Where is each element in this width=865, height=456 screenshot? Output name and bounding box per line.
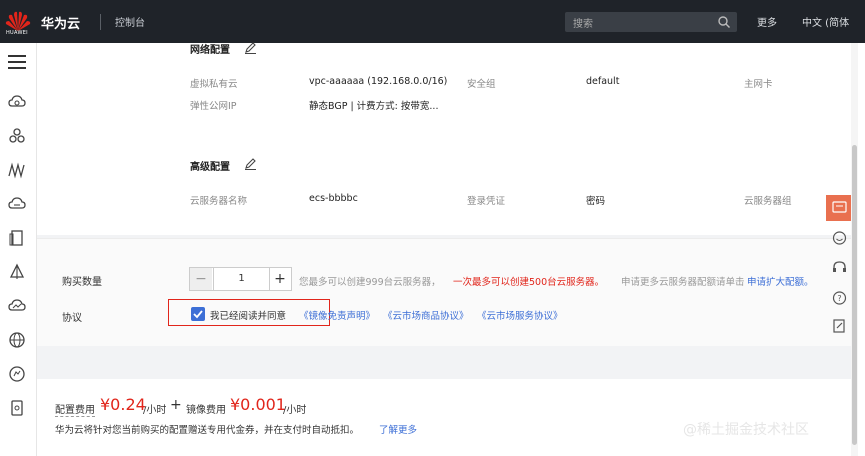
- login-credential-label: 登录凭证: [467, 196, 506, 207]
- sidebar: [0, 43, 37, 456]
- decrement-button[interactable]: −: [190, 268, 212, 290]
- image-disclaimer-link[interactable]: 《镜像免责声明》: [299, 308, 375, 322]
- server-group-label: 云服务器组: [744, 196, 792, 207]
- config-summary: 网络配置 虚拟私有云 vpc-aaaaaa (192.168.0.0/16) 安…: [37, 41, 858, 235]
- agree-text: 我已经阅读并同意: [210, 311, 287, 322]
- menu-icon[interactable]: [8, 55, 26, 69]
- top-navigation-bar: HUAWEI 华为云 控制台 搜索 更多 中文 (简体: [0, 0, 865, 43]
- more-menu[interactable]: 更多: [757, 14, 777, 29]
- vpc-value: vpc-aaaaaa (192.168.0.0/16): [309, 76, 448, 87]
- floating-toolbar: ?: [826, 195, 853, 340]
- brand-name[interactable]: 华为云: [41, 13, 80, 32]
- cluster-icon[interactable]: [8, 127, 26, 145]
- file-icon[interactable]: [8, 399, 26, 417]
- globe-icon[interactable]: [8, 331, 26, 349]
- cloud-server-icon[interactable]: [8, 93, 26, 111]
- login-credential-value: 密码: [586, 196, 606, 207]
- quantity-limit-hint: 一次最多可以创建500台云服务器。: [453, 277, 605, 288]
- security-group-label: 安全组: [467, 79, 496, 90]
- watermark: @稀土掘金技术社区: [683, 422, 809, 438]
- edit-advanced-icon[interactable]: [244, 157, 257, 170]
- chat-icon: [832, 201, 847, 213]
- purchase-section: 购买数量 − 1 + 您最多可以创建999台云服务器， 一次最多可以创建500台…: [37, 238, 858, 347]
- waves-icon[interactable]: [8, 161, 26, 179]
- agreement-label: 协议: [62, 313, 82, 324]
- svg-text:?: ?: [837, 294, 841, 303]
- logo-text: HUAWEI: [6, 30, 28, 36]
- apply-quota-link[interactable]: 申请扩大配额。: [747, 274, 814, 288]
- config-fee-unit: /小时: [143, 405, 167, 416]
- cloud-storage-icon[interactable]: [8, 195, 26, 213]
- increment-button[interactable]: +: [269, 268, 291, 290]
- quantity-stepper[interactable]: − 1 +: [189, 267, 292, 291]
- coupon-notice: 华为云将针对您当前购买的配置赠送专用代金券，并在支付时自动抵扣。: [55, 425, 360, 436]
- document-icon[interactable]: [8, 229, 26, 247]
- fee-summary: 配置费用 ¥0.24 /小时 + 镜像费用 ¥0.001 /小时 华为云将针对您…: [37, 379, 858, 456]
- edit-note-icon: [833, 319, 845, 333]
- quantity-hint: 您最多可以创建999台云服务器，: [299, 277, 441, 288]
- smile-icon: [832, 231, 847, 245]
- search-placeholder: 搜索: [573, 19, 593, 30]
- divider: [100, 14, 101, 30]
- cloud-monitor-icon[interactable]: [8, 297, 26, 315]
- edit-note-button[interactable]: [826, 313, 853, 339]
- image-fee-unit: /小时: [283, 405, 307, 416]
- marketplace-service-agreement-link[interactable]: 《云市场服务协议》: [477, 308, 563, 322]
- marketplace-product-agreement-link[interactable]: 《云市场商品协议》: [383, 308, 469, 322]
- headset-icon: [833, 261, 846, 272]
- edit-network-icon[interactable]: [244, 41, 257, 54]
- agree-checkbox[interactable]: [191, 307, 205, 321]
- search-box[interactable]: 搜索: [565, 12, 737, 32]
- console-link[interactable]: 控制台: [115, 14, 145, 29]
- advanced-section-title: 高级配置: [190, 162, 230, 173]
- spacer-band: [37, 346, 858, 379]
- scrollbar-thumb[interactable]: [852, 145, 857, 445]
- server-name-label: 云服务器名称: [190, 196, 248, 207]
- help-icon: ?: [832, 291, 847, 305]
- network-section-title: 网络配置: [190, 45, 230, 56]
- smile-button[interactable]: [826, 225, 853, 251]
- help-button[interactable]: ?: [826, 285, 853, 311]
- quantity-label: 购买数量: [62, 277, 102, 288]
- search-icon[interactable]: [717, 15, 731, 29]
- support-button[interactable]: [826, 255, 853, 281]
- config-fee-label[interactable]: 配置费用: [55, 401, 95, 417]
- settings-circle-icon[interactable]: [8, 365, 26, 383]
- sail-icon[interactable]: [8, 263, 26, 281]
- feedback-button[interactable]: [826, 195, 853, 221]
- config-fee-price: ¥0.24: [100, 395, 146, 414]
- plus-sign: +: [170, 397, 182, 413]
- server-name-value: ecs-bbbbc: [309, 193, 358, 204]
- language-selector[interactable]: 中文 (简体: [802, 14, 849, 29]
- vpc-label: 虚拟私有云: [190, 79, 238, 90]
- quantity-input[interactable]: 1: [213, 268, 270, 290]
- eip-value: 静态BGP | 计费方式: 按带宽...: [309, 101, 439, 112]
- security-group-value: default: [586, 76, 620, 87]
- image-fee-price: ¥0.001: [230, 395, 286, 414]
- eip-label: 弹性公网IP: [190, 101, 237, 112]
- learn-more-link[interactable]: 了解更多: [379, 422, 417, 436]
- quota-hint: 申请更多云服务器配额请单击: [621, 277, 745, 288]
- primary-nic-label: 主网卡: [744, 79, 773, 90]
- image-fee-label: 镜像费用: [186, 405, 226, 416]
